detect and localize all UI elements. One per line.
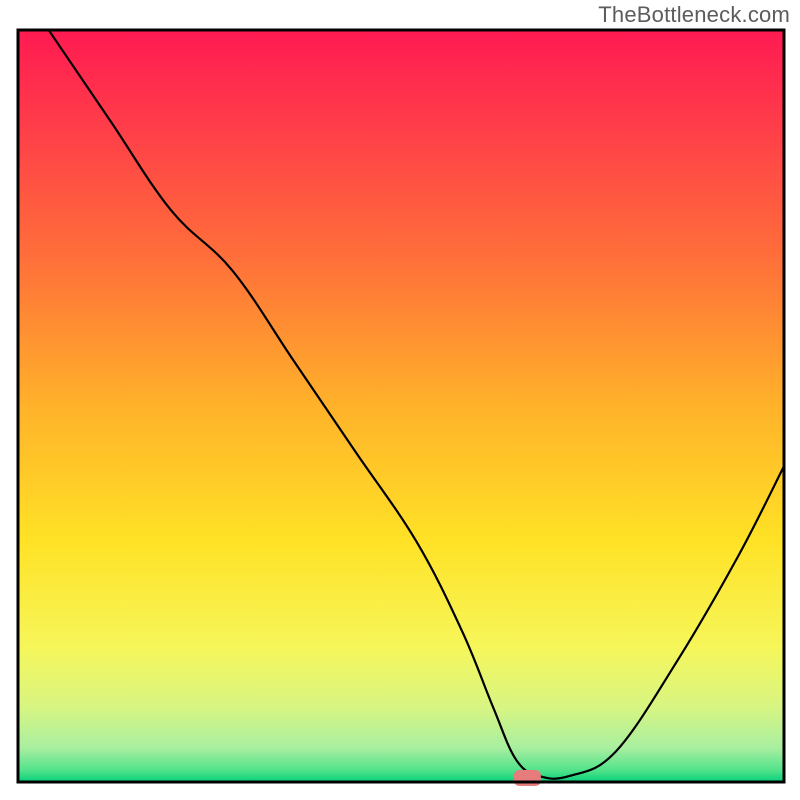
- watermark-text: TheBottleneck.com: [598, 2, 790, 28]
- chart-container: { "watermark": "TheBottleneck.com", "cha…: [0, 0, 800, 800]
- chart-background: [18, 30, 784, 782]
- bottleneck-chart: [0, 0, 800, 800]
- optimal-marker: [514, 770, 541, 786]
